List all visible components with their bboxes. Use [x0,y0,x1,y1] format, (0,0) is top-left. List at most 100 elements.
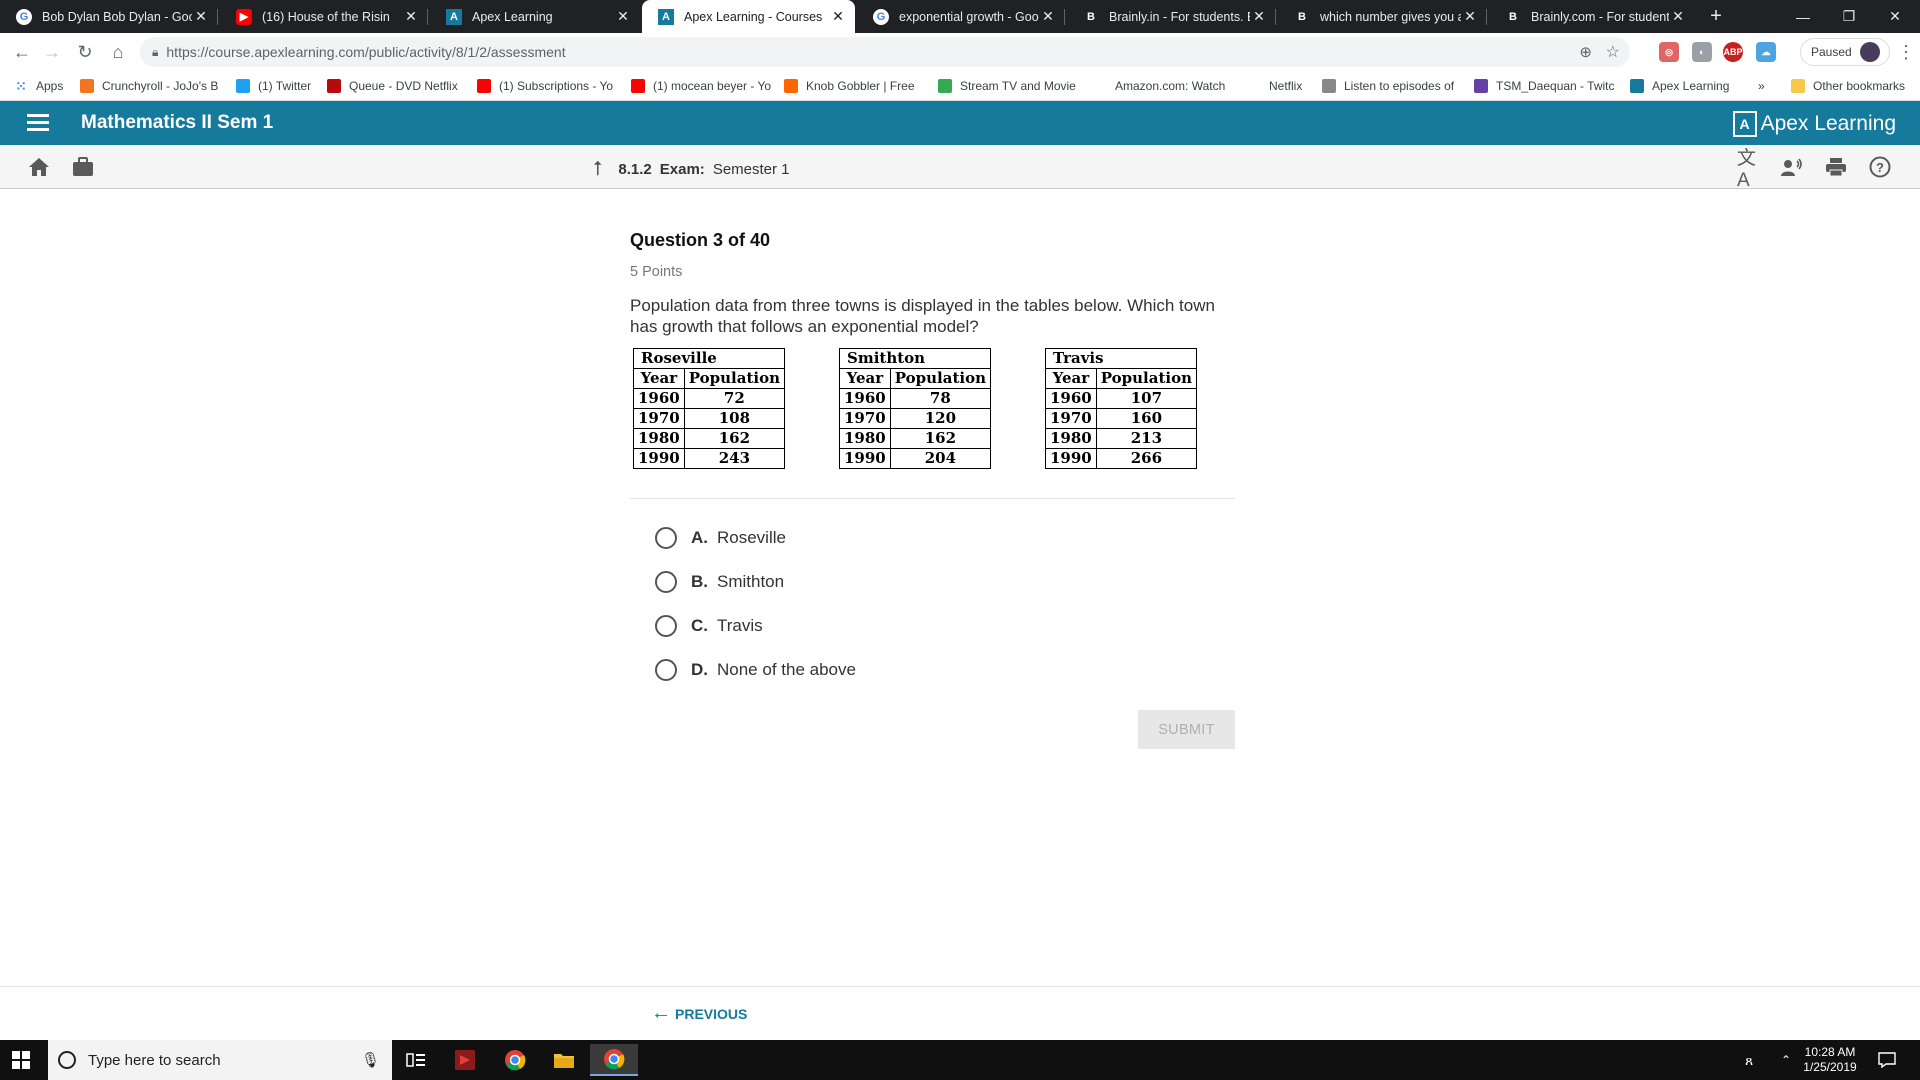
chrome-active-icon[interactable] [590,1044,638,1076]
radio-button[interactable] [655,571,677,593]
back-arrow-icon[interactable]: ← [10,40,34,64]
population-cell: 78 [889,388,991,409]
apps-shortcut[interactable]: ⁙ Apps [14,77,63,95]
system-clock[interactable]: 10:28 AM 1/25/2019 [1792,1045,1868,1075]
bookmark-item[interactable]: TSM_Daequan - Twitc [1474,77,1614,95]
answer-option[interactable]: C. Travis [655,613,1055,639]
translate-icon[interactable]: 文A [1737,148,1761,191]
extension-icon-2[interactable]: ◐ [1692,42,1712,62]
browser-tab[interactable]: Bwhich number gives you an ✕ [1278,0,1487,33]
briefcase-icon[interactable] [71,155,95,179]
file-explorer-icon[interactable] [540,1044,588,1076]
apex-learning-logo[interactable]: A Apex Learning [1732,110,1896,138]
adblock-icon[interactable]: ABP [1723,42,1743,62]
forward-arrow-icon[interactable]: → [40,40,64,64]
bookmark-item[interactable]: (1) Subscriptions - Yo [477,77,613,95]
home-icon[interactable]: ⌂ [106,40,130,64]
tab-title: (16) House of the Risin [262,9,390,24]
population-cell: 162 [889,428,991,449]
bookmark-label: Apps [36,79,64,93]
bookmarks-overflow-button[interactable]: » [1758,77,1765,95]
extension-icon-1[interactable]: ◎ [1659,42,1679,62]
url-text[interactable]: https://course.apexlearning.com/public/a… [166,44,565,60]
submit-button[interactable]: SUBMIT [1138,710,1235,749]
bookmark-favicon-icon [631,79,645,93]
media-app-icon[interactable] [441,1044,489,1076]
windows-start-icon[interactable] [12,1051,30,1069]
browser-tab-strip: G Bob Dylan Bob Dylan - Goo ✕ ▶ (16) House o… [0,0,1920,33]
table-column-header: Population [889,368,991,389]
bookmark-star-icon[interactable]: ☆ [1606,42,1620,62]
browser-tab[interactable]: G Bob Dylan Bob Dylan - Goo ✕ [0,0,218,33]
home-icon[interactable] [27,155,51,179]
bookmark-item[interactable]: Netflix [1247,77,1302,95]
bookmark-item[interactable]: Apex Learning [1630,77,1729,95]
bookmark-item[interactable]: Amazon.com: Watch [1093,77,1225,95]
taskbar-search-box[interactable]: Type here to search 🎙︎ [48,1040,392,1080]
previous-button[interactable]: ← PREVIOUS [651,1002,747,1025]
close-window-icon[interactable]: ✕ [1872,0,1918,33]
activity-number: 8.1.2 [618,161,652,178]
browser-menu-icon[interactable]: ⋮ [1894,40,1918,64]
task-view-icon[interactable] [392,1044,440,1076]
minimize-window-icon[interactable]: — [1780,0,1826,33]
close-tab-icon[interactable]: ✕ [1250,8,1268,25]
option-text: Travis [717,616,763,635]
new-tab-button[interactable]: + [1693,0,1739,33]
up-level-icon[interactable]: ⭡ [593,158,602,181]
bookmark-item[interactable]: Crunchyroll - JoJo's B [80,77,218,95]
browser-tab[interactable]: B Brainly.com - For students. ✕ [1489,0,1695,33]
table-row: 1960 72 [633,388,785,409]
close-tab-icon[interactable]: ✕ [1039,8,1057,25]
notifications-icon[interactable] [1878,1040,1896,1080]
close-tab-icon[interactable]: ✕ [829,8,847,25]
help-icon[interactable]: ? [1868,155,1892,179]
radio-button[interactable] [655,615,677,637]
other-bookmarks-folder[interactable]: Other bookmarks [1791,77,1905,95]
browser-tab[interactable]: B Brainly.in - For students. By ✕ [1067,0,1276,33]
address-bar[interactable]: 🔒︎ https://course.apexlearning.com/publi… [140,37,1630,67]
arrow-left-icon: ← [651,1002,671,1024]
close-tab-icon[interactable]: ✕ [192,8,210,25]
answer-option[interactable]: A. Roseville [655,525,1055,551]
bookmark-item[interactable]: Listen to episodes of [1322,77,1454,95]
bookmark-item[interactable]: (1) mocean beyer - Yo [631,77,771,95]
table-town-name: Smithton [839,348,991,369]
profile-button[interactable]: Paused [1800,38,1890,66]
print-icon[interactable] [1824,155,1848,179]
bookmark-item[interactable]: (1) Twitter [236,77,311,95]
close-tab-icon[interactable]: ✕ [402,8,420,25]
course-title: Mathematics II Sem 1 [81,112,274,133]
browser-tab[interactable]: ▶ (16) House of the Risin ✕ [220,0,428,33]
browser-tab[interactable]: A Apex Learning - Courses ✕ [642,0,855,33]
close-tab-icon[interactable]: ✕ [614,8,632,25]
answer-option[interactable]: B. Smithton [655,569,1055,595]
browser-tab[interactable]: Gexponential growth - Goog ✕ [857,0,1065,33]
chevron-up-icon[interactable]: ⌃ [1781,1040,1791,1080]
radio-button[interactable] [655,527,677,549]
cloud-extension-icon[interactable]: ☁ [1756,42,1776,62]
radio-button[interactable] [655,659,677,681]
bookmark-item[interactable]: Stream TV and Movie [938,77,1076,95]
menu-icon[interactable] [27,114,49,132]
zoom-icon[interactable]: ⊕ [1579,43,1592,61]
option-letter: A. [691,528,708,547]
restore-window-icon[interactable]: ❐ [1826,0,1872,33]
close-tab-icon[interactable]: ✕ [1669,8,1687,25]
people-icon[interactable]: ጸ [1745,1040,1753,1080]
read-aloud-icon[interactable] [1780,155,1804,179]
reload-icon[interactable]: ↻ [73,40,97,64]
tab-title: Bob Dylan Bob Dylan - Goo [42,9,192,24]
browser-tab[interactable]: A Apex Learning ✕ [430,0,640,33]
bookmark-item[interactable]: Queue - DVD Netflix [327,77,458,95]
option-letter: D. [691,660,708,679]
course-header: Mathematics II Sem 1 A Apex Learning [0,101,1920,145]
avatar [1859,42,1880,62]
tab-title: exponential growth - Goog [899,9,1039,24]
chrome-icon[interactable] [491,1044,539,1076]
close-tab-icon[interactable]: ✕ [1461,8,1479,25]
year-cell: 1980 [633,428,685,449]
answer-option[interactable]: D. None of the above [655,657,1055,683]
microphone-icon[interactable]: 🎙︎ [361,1051,380,1069]
bookmark-item[interactable]: Knob Gobbler | Free [784,77,915,95]
